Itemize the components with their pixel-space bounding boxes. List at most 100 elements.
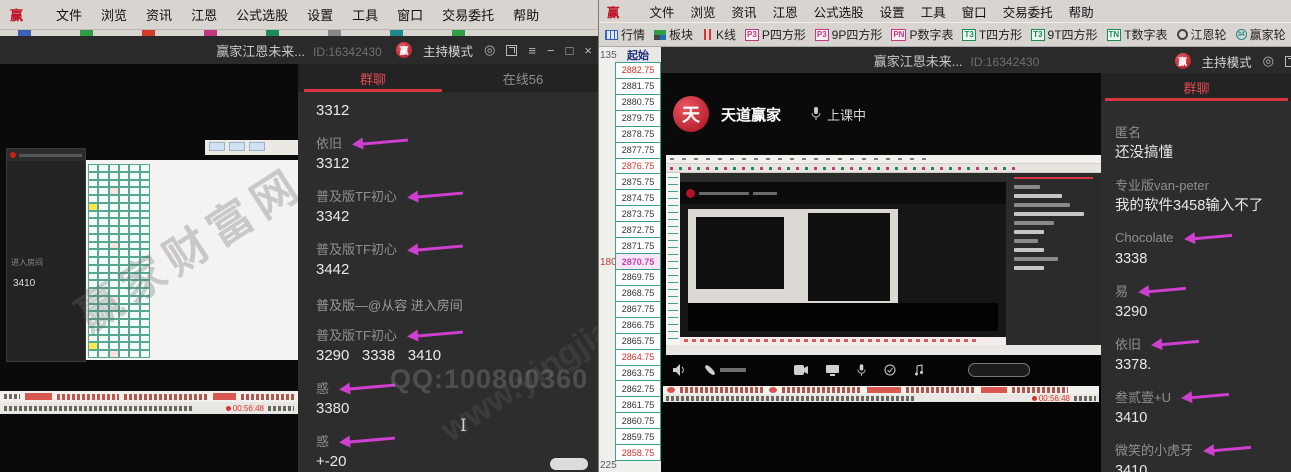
shared-app-tab-fragment [205, 140, 298, 155]
chat-message: 微笑的小虎牙3410 [1115, 438, 1278, 472]
left-conference-titlebar: 赢家江恩未来...ID:16342430 赢 主持模式 ◎ ≡ − □ × [0, 36, 598, 64]
room-logo-icon: 天 [673, 96, 709, 132]
music-icon[interactable] [914, 364, 924, 376]
toolbar-item-T数字表[interactable]: TNT数字表 [1107, 26, 1168, 43]
toolbar-item-江恩轮[interactable]: 江恩轮 [1177, 26, 1227, 43]
popout-icon[interactable] [506, 45, 517, 56]
price-cell: 2880.75 [615, 94, 661, 111]
menu-item-文件[interactable]: 文件 [650, 2, 675, 21]
shared-number-grid [88, 164, 150, 358]
record-icon[interactable]: ◎ [484, 42, 495, 58]
minimize-icon[interactable]: − [547, 43, 555, 58]
menu-item-帮助[interactable]: 帮助 [513, 5, 539, 24]
menu-item-浏览[interactable]: 浏览 [101, 5, 127, 24]
screen-icon[interactable] [826, 365, 839, 376]
app-logo-glyph: 赢 [10, 5, 23, 24]
check-icon[interactable] [884, 364, 896, 376]
wheel-icon [1177, 29, 1188, 40]
price-cell: 2878.75 [615, 126, 661, 143]
price-cell: 2863.75 [615, 365, 661, 382]
menu-item-设置[interactable]: 设置 [880, 2, 905, 21]
tab-群聊[interactable]: 群聊 [298, 64, 448, 92]
right-chat-panel: 群聊 匿名还没搞懂专业版van-peter我的软件3458输入不了Chocola… [1101, 73, 1291, 472]
annotation-arrow-icon [406, 186, 463, 204]
menu-item-资讯[interactable]: 资讯 [146, 5, 172, 24]
conference-id: ID:16342430 [313, 45, 382, 59]
close-icon[interactable]: × [584, 43, 592, 58]
menu-item-交易委托[interactable]: 交易委托 [442, 5, 494, 24]
menu-item-江恩[interactable]: 江恩 [773, 2, 798, 21]
toolbar-label: P四方形 [762, 26, 806, 43]
price-cell: 2881.75 [615, 78, 661, 95]
record-dot-icon [1032, 396, 1037, 401]
host-logo-icon: 赢 [396, 42, 412, 58]
blocks-icon [654, 30, 666, 40]
annotation-arrow-icon [1183, 228, 1232, 245]
menu-item-公式选股[interactable]: 公式选股 [814, 2, 864, 21]
screen-share-area: 进入房间 3410 赢家财富网 00:56:48 [0, 64, 298, 472]
account-status-bar: 00:56:48 [0, 402, 298, 414]
toolbar-label: T四方形 [979, 26, 1022, 43]
mic-icon[interactable] [857, 364, 866, 377]
maximize-icon[interactable]: □ [566, 43, 574, 58]
menu-item-窗口[interactable]: 窗口 [397, 5, 423, 24]
shared-mini-chat-window: 进入房间 3410 [6, 148, 86, 362]
menu-item-窗口[interactable]: 窗口 [962, 2, 987, 21]
menu-item-帮助[interactable]: 帮助 [1069, 2, 1094, 21]
chat-message: 3312 [316, 100, 580, 122]
toolbar-item-9T四方形[interactable]: T39T四方形 [1031, 26, 1097, 43]
message-text: 还没搞懂 [1115, 142, 1278, 164]
menu-item-设置[interactable]: 设置 [307, 5, 333, 24]
price-cell: 2871.75 [615, 237, 661, 254]
menu-icon[interactable]: ≡ [528, 43, 536, 58]
mini-price-strip [666, 173, 680, 345]
toolbar-item-板块[interactable]: 板块 [654, 26, 693, 43]
record-icon[interactable]: ◎ [1263, 53, 1274, 69]
left-conference-window: 赢家江恩未来...ID:16342430 赢 主持模式 ◎ ≡ − □ × [0, 36, 598, 472]
menu-item-工具[interactable]: 工具 [352, 5, 378, 24]
popout-icon[interactable] [1285, 56, 1291, 67]
tab-在线56[interactable]: 在线56 [448, 64, 598, 92]
row-label: 225 [600, 460, 615, 471]
phone-icon[interactable] [704, 364, 746, 376]
toolbar-item-行情[interactable]: 行情 [605, 26, 645, 43]
speaker-icon[interactable] [673, 364, 686, 376]
kline-icon [702, 29, 713, 40]
menu-item-公式选股[interactable]: 公式选股 [236, 5, 288, 24]
toolbar-item-9P四方形[interactable]: P39P四方形 [815, 26, 882, 43]
conference-title: 赢家江恩未来... [874, 54, 963, 69]
menu-item-资讯[interactable]: 资讯 [732, 2, 757, 21]
host-mode-label: 主持模式 [1202, 52, 1252, 71]
toolbar-item-赢家轮[interactable]: 34赢家轮 [1236, 26, 1286, 43]
right-toolbar: 行情板块 K线 P3P四方形 P39P四方形 PNP数字表 T3T四方形 T39T四方形 TN… [599, 22, 1291, 47]
raise-hand-button[interactable] [968, 363, 1030, 377]
tab-group-chat[interactable]: 群聊 [1101, 73, 1291, 101]
camera-icon[interactable] [794, 365, 808, 375]
price-column-header: 起始 [615, 47, 661, 63]
message-text: 3312 [316, 100, 580, 122]
conference-control-bar [673, 361, 1093, 379]
toolbar-label: 行情 [621, 26, 645, 43]
menu-item-浏览[interactable]: 浏览 [691, 2, 716, 21]
price-cell: 2876.75 [615, 158, 661, 175]
toolbar-item-K线[interactable]: K线 [702, 26, 736, 43]
price-cell: 2872.75 [615, 221, 661, 238]
chat-message: 匿名还没搞懂 [1115, 120, 1278, 164]
price-cell: 2874.75 [615, 189, 661, 206]
app-logo-glyph: 赢 [607, 2, 620, 21]
menu-item-江恩[interactable]: 江恩 [191, 5, 217, 24]
menu-item-工具[interactable]: 工具 [921, 2, 946, 21]
toolbar-item-P四方形[interactable]: P3P四方形 [745, 26, 806, 43]
menu-item-文件[interactable]: 文件 [56, 5, 82, 24]
left-app-window: 赢 文件浏览资讯江恩公式选股设置工具窗口交易委托帮助 赢家江恩未来...ID:1… [0, 0, 598, 472]
system-message: 普及版—@从容 进入房间 [316, 295, 580, 314]
mini-status-strip [680, 337, 1006, 345]
message-nickname: 依旧 [1115, 334, 1141, 353]
menu-item-交易委托[interactable]: 交易委托 [1003, 2, 1053, 21]
chat-scroll-thumb[interactable] [550, 458, 588, 470]
mic-icon [811, 107, 821, 121]
toolbar-item-P数字表[interactable]: PNP数字表 [891, 26, 953, 43]
toolbar-item-T四方形[interactable]: T3T四方形 [962, 26, 1022, 43]
message-nickname: 匿名 [1115, 122, 1141, 141]
screen-share-video [666, 155, 1101, 355]
